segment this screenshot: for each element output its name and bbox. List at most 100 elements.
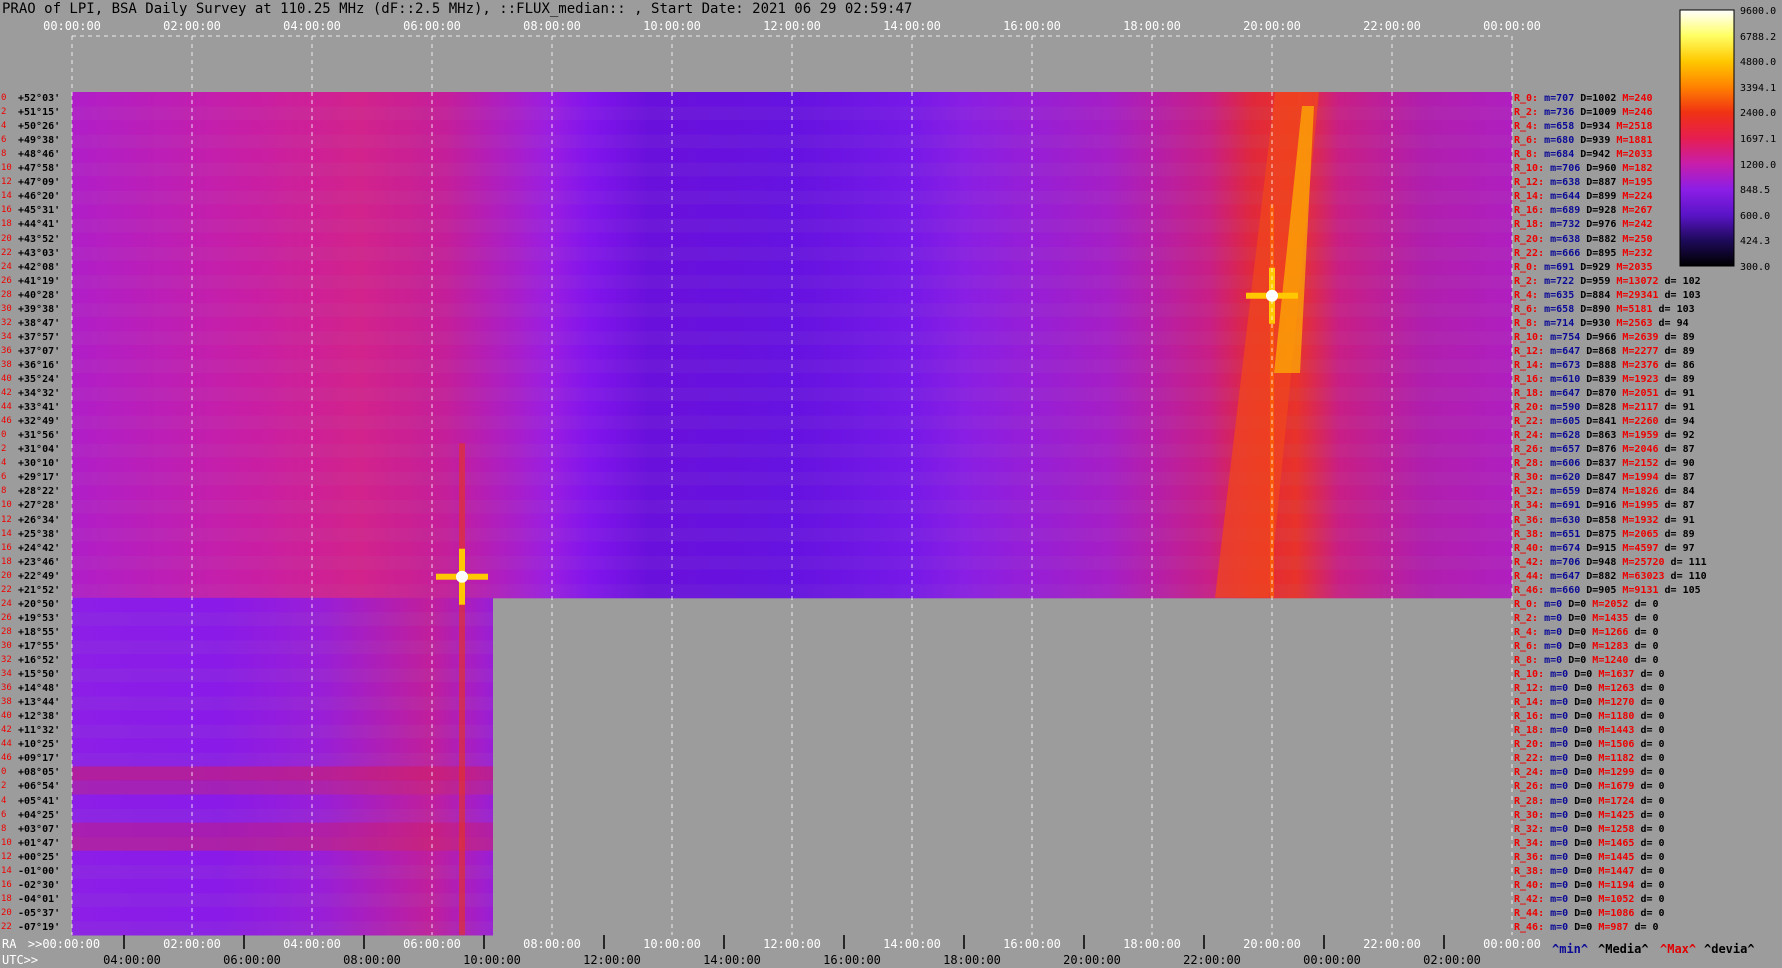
row-index-label: 44 — [1, 402, 12, 413]
stat-value: D=928 — [1580, 205, 1617, 217]
stat-row: R_40: m=674 D=915 M=4597 d= 97 — [1514, 542, 1695, 554]
stat-value: m=722 — [1538, 275, 1575, 287]
x-top-tick-label: 04:00:00 — [283, 19, 341, 33]
stat-value: R_36: — [1514, 851, 1545, 863]
x-ra-tick-label: 02:00:00 — [163, 937, 221, 951]
stat-value: R_16: — [1514, 711, 1545, 723]
stat-value: d= 0 — [1628, 640, 1659, 652]
x-top-tick-label: 08:00:00 — [523, 19, 581, 33]
declination-label: +31°04' — [18, 444, 61, 456]
declination-label: +36°16' — [18, 359, 61, 371]
stat-row: R_2: m=736 D=1009 M=246 — [1514, 108, 1653, 118]
row-index-label: 0 — [1, 430, 7, 441]
heatmap-row — [72, 738, 493, 753]
declination-label: +20°50' — [18, 598, 61, 610]
stat-value: D=930 — [1574, 317, 1611, 329]
stat-value: R_12: — [1514, 345, 1545, 357]
x-ra-tick-label: 16:00:00 — [1003, 937, 1061, 951]
stat-value: M=1445 — [1592, 851, 1635, 863]
x-utc-tick-label: 22:00:00 — [1183, 953, 1241, 967]
stat-value: m=674 — [1544, 542, 1581, 554]
stat-value: m=0 — [1544, 837, 1569, 849]
row-index-label: 22 — [1, 921, 12, 932]
stat-value: m=610 — [1544, 374, 1581, 385]
stat-value: d= 91 — [1658, 388, 1695, 400]
stat-value: d= 0 — [1634, 893, 1665, 905]
stat-value: d= 0 — [1634, 865, 1665, 877]
stat-value: d= 103 — [1658, 289, 1701, 301]
stat-value: d= 0 — [1634, 809, 1665, 821]
stat-value: m=630 — [1544, 514, 1581, 526]
stat-row: R_16: m=689 D=928 M=267 — [1514, 206, 1652, 216]
stat-value: m=0 — [1544, 725, 1569, 737]
stat-value: D=960 — [1580, 163, 1617, 175]
stat-value: R_26: — [1514, 444, 1545, 456]
heatmap-row — [72, 864, 493, 880]
row-index-label: 30 — [1, 640, 12, 651]
stat-row: R_16: m=610 D=839 M=1923 d= 89 — [1514, 375, 1695, 385]
stat-value: d= 0 — [1634, 697, 1665, 709]
colorbar-tick-label: 1697.1 — [1740, 134, 1777, 145]
declination-label: +10°25' — [18, 739, 61, 751]
declination-label: +28°22' — [18, 486, 61, 498]
stat-value: D=0 — [1568, 893, 1593, 905]
heatmap-row — [72, 850, 493, 866]
stat-row: R_14: m=0 D=0 M=1270 d= 0 — [1514, 698, 1665, 708]
declination-label: +43°52' — [18, 233, 61, 245]
stat-row: R_38: m=0 D=0 M=1447 d= 0 — [1514, 865, 1665, 877]
row-index-label: 40 — [1, 711, 12, 722]
stat-row: R_24: m=628 D=863 M=1959 d= 92 — [1514, 431, 1695, 441]
x-ra-tick-label: 00:00:00 — [1483, 937, 1541, 951]
stat-row: R_18: m=732 D=976 M=242 — [1514, 220, 1652, 230]
heatmap-band — [72, 780, 493, 795]
heatmap-row — [72, 696, 493, 711]
stat-value: m=0 — [1544, 851, 1569, 863]
colorbar-tick-label: 424.3 — [1740, 236, 1771, 248]
row-index-label: 10 — [1, 837, 12, 848]
stat-value: m=647 — [1544, 388, 1581, 400]
row-index-label: 20 — [1, 233, 12, 244]
row-index-label: 20 — [1, 907, 12, 918]
stat-value: D=841 — [1580, 416, 1617, 428]
stat-value: m=635 — [1538, 289, 1575, 301]
stat-value: R_22: — [1514, 416, 1545, 428]
stat-value: d= 94 — [1652, 317, 1689, 329]
stat-row: R_36: m=630 D=858 M=1932 d= 91 — [1514, 514, 1695, 526]
stat-value: D=0 — [1568, 781, 1593, 793]
stat-value: M=1270 — [1592, 697, 1635, 709]
stat-value: m=0 — [1544, 921, 1569, 933]
stat-value: d= 0 — [1628, 626, 1659, 638]
stat-value: R_40: — [1514, 879, 1545, 891]
stat-value: R_42: — [1514, 556, 1545, 568]
row-index-label: 8 — [1, 823, 7, 834]
stat-value: R_8: — [1514, 655, 1539, 666]
stat-value: R_16: — [1514, 205, 1545, 217]
stat-value: d= 87 — [1658, 444, 1695, 456]
stat-value: m=658 — [1538, 121, 1575, 133]
stat-row: R_42: m=0 D=0 M=1052 d= 0 — [1514, 893, 1665, 905]
stat-value: m=0 — [1538, 598, 1563, 610]
stat-value: m=714 — [1538, 317, 1575, 329]
stat-value: M=1435 — [1586, 612, 1629, 624]
stat-row: R_42: m=706 D=948 M=25720 d= 111 — [1514, 556, 1707, 568]
stat-value: D=0 — [1568, 697, 1593, 709]
stat-value: M=1240 — [1586, 655, 1629, 666]
stat-value: D=0 — [1562, 655, 1587, 666]
stat-value: D=934 — [1574, 121, 1611, 133]
stat-row: R_30: m=620 D=847 M=1994 d= 87 — [1514, 473, 1695, 483]
footer-legend-label: ^min^ — [1552, 942, 1589, 956]
colorbar-tick-label: 2400.0 — [1740, 108, 1777, 120]
stat-row: R_20: m=0 D=0 M=1506 d= 0 — [1514, 740, 1665, 750]
stat-value: m=754 — [1544, 331, 1581, 343]
stat-row: R_10: m=754 D=966 M=2639 d= 89 — [1514, 331, 1695, 343]
stat-value: R_12: — [1514, 683, 1545, 695]
row-index-label: 44 — [1, 739, 12, 750]
stat-value: D=847 — [1580, 472, 1617, 484]
stat-value: m=0 — [1544, 781, 1569, 793]
stat-value: m=707 — [1538, 93, 1575, 104]
stat-row: R_24: m=0 D=0 M=1299 d= 0 — [1514, 768, 1665, 778]
declination-label: +34°32' — [18, 388, 61, 400]
stat-row: R_20: m=590 D=828 M=2117 d= 91 — [1514, 403, 1695, 413]
declination-label: +50°26' — [18, 121, 61, 133]
stat-value: m=732 — [1544, 219, 1581, 231]
